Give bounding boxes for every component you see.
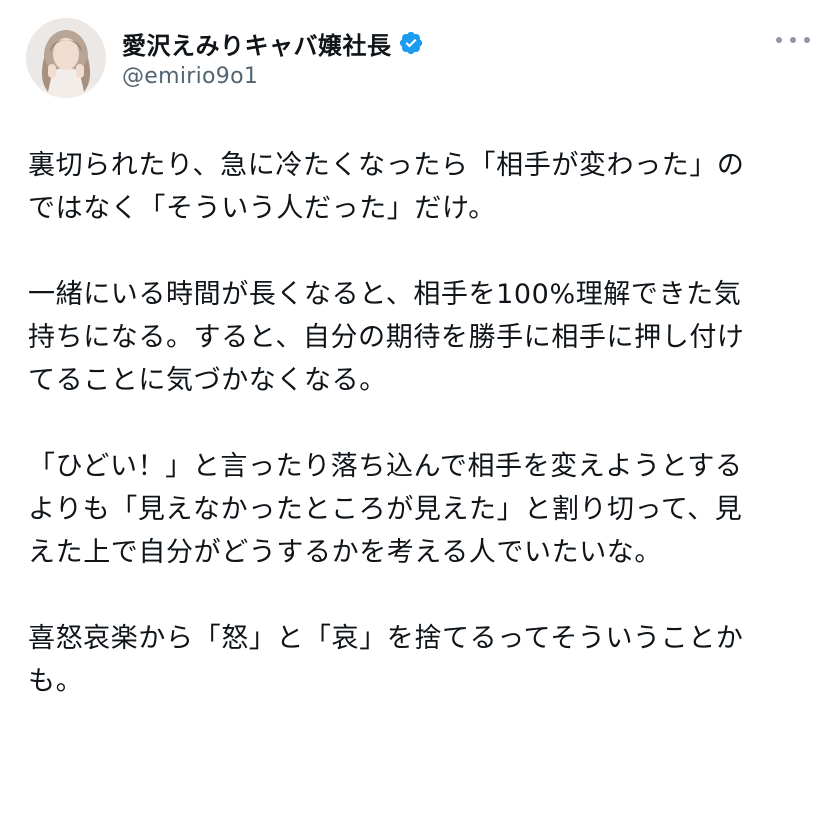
- profile-photo: [26, 18, 106, 98]
- text-line: えた上で自分がどうするかを考える人でいたいな。: [28, 537, 662, 568]
- tweet-header: 愛沢えみりキャバ嬢社長 @emirio9o1: [26, 18, 816, 98]
- verified-badge-icon: [398, 30, 424, 56]
- display-name[interactable]: 愛沢えみりキャバ嬢社長: [122, 26, 392, 61]
- text-line: ではなく「そういう人だった」だけ。: [28, 193, 496, 224]
- text-line: 喜怒哀楽から「怒」と「哀」を捨てるってそういうことか: [28, 623, 744, 654]
- text-line: よりも「見えなかったところが見えた」と割り切って、見: [28, 494, 743, 525]
- text-line: 裏切られたり、急に冷たくなったら「相手が変わった」の: [28, 150, 745, 181]
- tweet-paragraph: 裏切られたり、急に冷たくなったら「相手が変わった」の ではなく「そういう人だった…: [28, 144, 808, 230]
- dot: [804, 37, 810, 43]
- tweet-paragraph: 一緒にいる時間が長くなると、相手を100%理解できた気 持ちになる。すると、自分…: [28, 273, 808, 402]
- dot: [776, 37, 782, 43]
- more-options-icon[interactable]: [776, 30, 810, 50]
- text-line: も。: [28, 666, 84, 697]
- text-line: 持ちになる。すると、自分の期待を勝手に相手に押し付け: [28, 322, 745, 353]
- text-line: てることに気づかなくなる。: [28, 365, 387, 396]
- text-line: 「ひどい！」と言ったり落ち込んで相手を変えようとする: [28, 451, 743, 482]
- user-handle[interactable]: @emirio9o1: [122, 64, 258, 89]
- tweet-paragraph: 「ひどい！」と言ったり落ち込んで相手を変えようとする よりも「見えなかったところ…: [28, 445, 808, 574]
- avatar[interactable]: [26, 18, 106, 98]
- tweet-paragraph: 喜怒哀楽から「怒」と「哀」を捨てるってそういうことか も。: [28, 617, 808, 703]
- name-row: 愛沢えみりキャバ嬢社長: [122, 26, 424, 60]
- dot: [790, 37, 796, 43]
- tweet-text: 裏切られたり、急に冷たくなったら「相手が変わった」の ではなく「そういう人だった…: [28, 144, 808, 746]
- tweet-card: 愛沢えみりキャバ嬢社長 @emirio9o1 裏切られたり、急に冷たくなったら「…: [0, 0, 840, 818]
- text-line: 一緒にいる時間が長くなると、相手を100%理解できた気: [28, 279, 742, 310]
